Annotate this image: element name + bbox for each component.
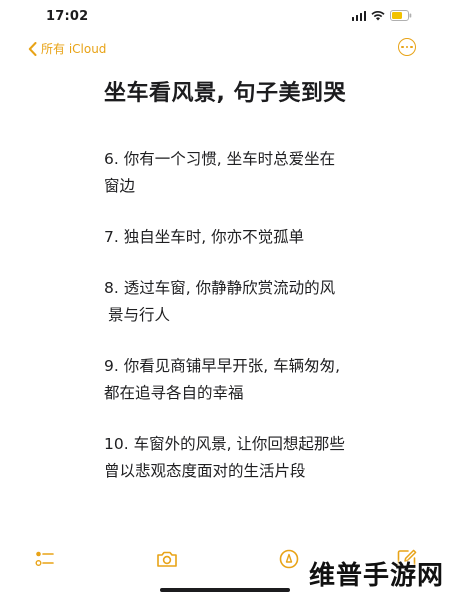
- ellipsis-dot: [410, 45, 413, 49]
- battery-icon: [390, 10, 412, 21]
- note-item: 6. 你有一个习惯, 坐车时总爱坐在 窗边: [104, 146, 364, 200]
- status-icons: [351, 10, 413, 21]
- status-bar: 17:02: [0, 0, 450, 34]
- note-line: 曾以悲观态度面对的生活片段: [104, 462, 306, 480]
- ellipsis-icon: [401, 45, 404, 49]
- back-button[interactable]: 所有 iCloud: [28, 40, 106, 57]
- watermark: 维普手游网: [308, 561, 444, 591]
- more-options-button[interactable]: [398, 38, 416, 56]
- note-line: 8. 透过车窗, 你静静欣赏流动的风: [104, 279, 336, 297]
- note-line: 窗边: [104, 177, 136, 195]
- note-line: 10. 车窗外的风景, 让你回想起那些: [104, 435, 345, 453]
- camera-icon[interactable]: [156, 548, 178, 570]
- wifi-icon: [371, 10, 385, 21]
- note-line: 景与行人: [108, 306, 171, 324]
- note-item: 8. 透过车窗, 你静静欣赏流动的风 景与行人: [104, 275, 364, 329]
- note-line: 9. 你看见商铺早早开张, 车辆匆匆,: [104, 357, 340, 375]
- note-body[interactable]: 6. 你有一个习惯, 坐车时总爱坐在 窗边 7. 独自坐车时, 你亦不觉孤单 8…: [104, 146, 364, 509]
- note-item: 7. 独自坐车时, 你亦不觉孤单: [104, 224, 364, 251]
- status-time: 17:02: [46, 9, 89, 24]
- checklist-icon[interactable]: [34, 548, 56, 570]
- note-item: 9. 你看见商铺早早开张, 车辆匆匆, 都在追寻各自的幸福: [104, 353, 364, 407]
- note-line: 6. 你有一个习惯, 坐车时总爱坐在: [104, 150, 336, 168]
- nav-bar: 所有 iCloud: [0, 36, 450, 64]
- cellular-signal-icon: [351, 10, 366, 21]
- note-line: 7. 独自坐车时, 你亦不觉孤单: [104, 228, 305, 246]
- chevron-left-icon: [28, 41, 37, 56]
- notes-screen: 17:02 所有 iCloud 坐车看风景, 句子美到哭 6. 你有一个习惯, …: [0, 0, 450, 600]
- markup-icon[interactable]: [278, 548, 300, 570]
- note-item: 10. 车窗外的风景, 让你回想起那些 曾以悲观态度面对的生活片段: [104, 431, 364, 485]
- note-line: 都在追寻各自的幸福: [104, 384, 244, 402]
- home-indicator[interactable]: [160, 588, 290, 592]
- back-label: 所有 iCloud: [41, 42, 107, 56]
- ellipsis-dot: [405, 45, 409, 49]
- note-title[interactable]: 坐车看风景, 句子美到哭: [104, 75, 346, 107]
